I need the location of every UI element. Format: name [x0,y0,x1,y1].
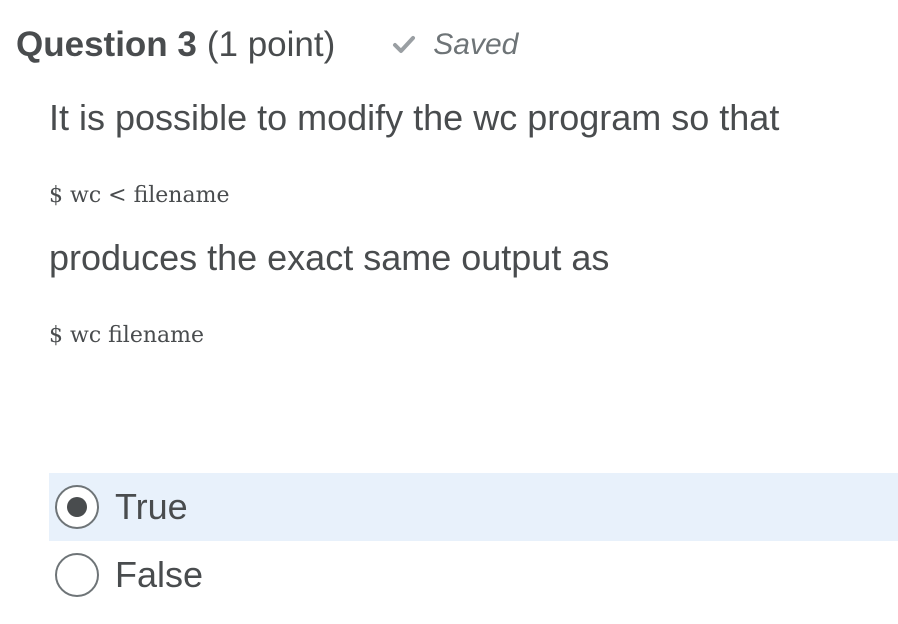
code-snippet-argument: $ wc filename [49,323,205,348]
question-prompt-line-2: produces the exact same output as [49,237,610,278]
option-true[interactable]: True [49,473,898,541]
radio-button-false[interactable] [55,553,99,597]
saved-status: Saved [389,28,518,62]
question-points: (1 point) [206,25,336,64]
option-label-true: True [115,486,188,527]
question-title: Question 3 [16,25,197,64]
radio-selected-dot [67,497,87,517]
option-false[interactable]: False [49,541,898,609]
code-snippet-redirect: $ wc < filename [49,183,230,208]
saved-label: Saved [433,28,519,61]
radio-button-true[interactable] [55,485,99,529]
question-header: Question 3 (1 point) Saved [16,22,518,68]
check-icon [393,36,416,53]
answer-options: True False [49,473,898,609]
question-prompt-line-1: It is possible to modify the wc program … [49,97,780,138]
option-label-false: False [115,554,204,595]
